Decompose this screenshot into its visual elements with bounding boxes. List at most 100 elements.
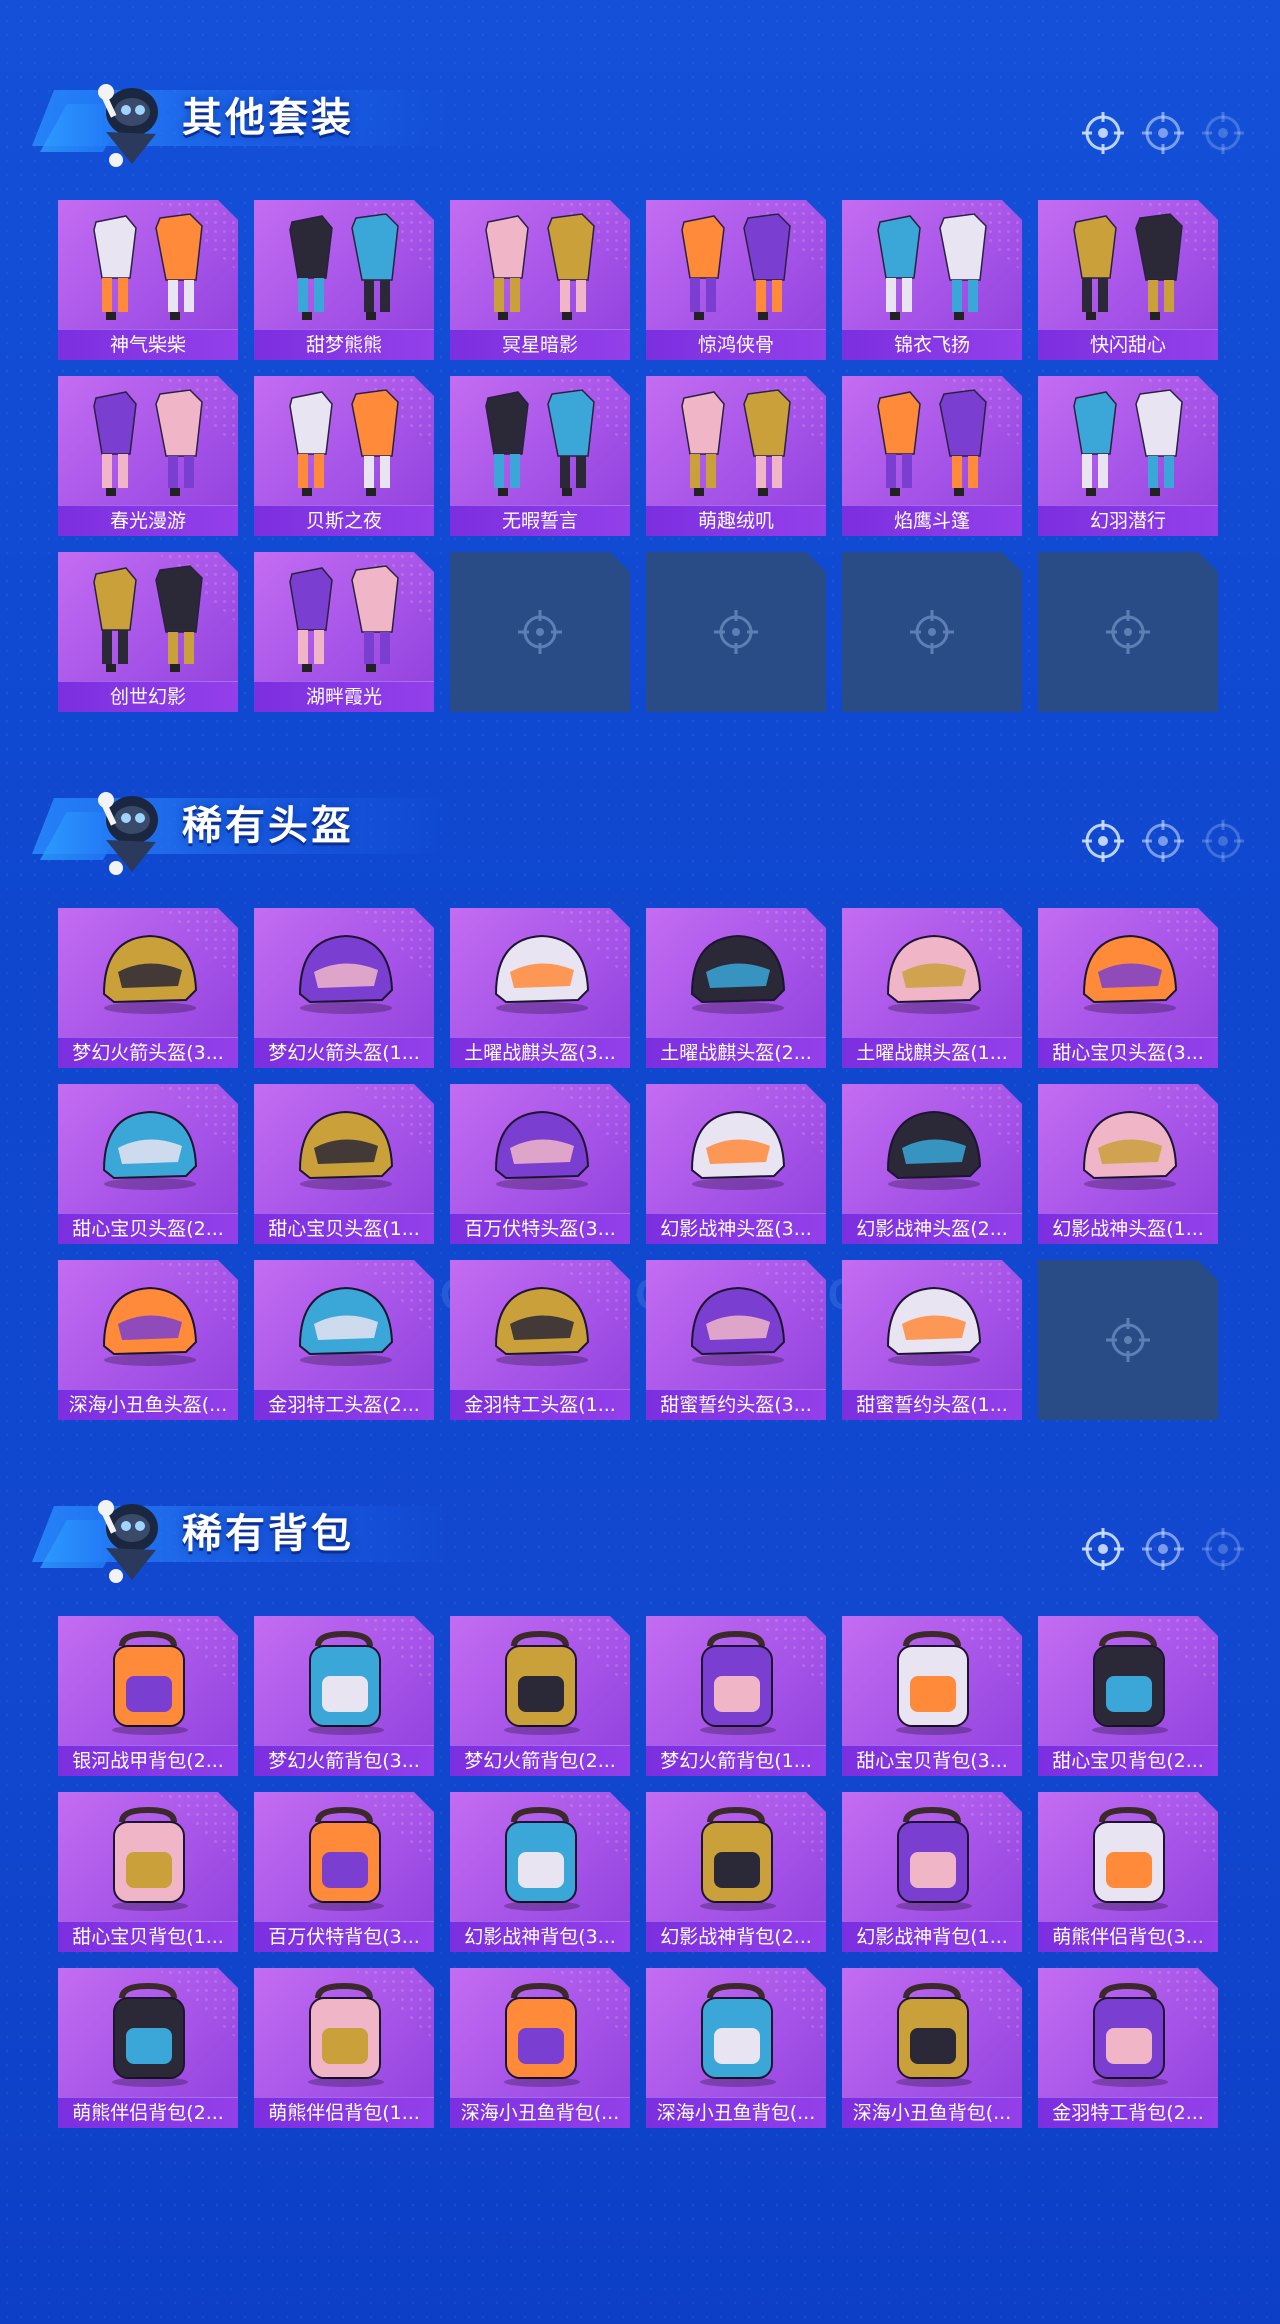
backpack-icon: [274, 1976, 414, 2094]
backpack-icon: [274, 1624, 414, 1742]
outfit-icon: [666, 384, 806, 502]
item-tile[interactable]: 百万伏特头盔(3...: [450, 1084, 630, 1244]
section-other-outfits: 其他套装 神气柴柴 甜梦熊熊 冥星暗影 惊鸿侠骨 锦衣飞扬 快闪甜心春光漫游 贝斯之夜 无暇誓…: [0, 60, 1280, 712]
item-tile[interactable]: 甜蜜誓约头盔(3...: [646, 1260, 826, 1420]
item-tile[interactable]: 萌熊伴侣背包(2...: [58, 1968, 238, 2128]
item-label: 萌趣绒叽: [646, 505, 826, 536]
item-tile[interactable]: 无暇誓言: [450, 376, 630, 536]
item-tile[interactable]: 甜蜜誓约头盔(1...: [842, 1260, 1022, 1420]
backpack-icon: [862, 1624, 1002, 1742]
item-tile[interactable]: 幻影战神头盔(1...: [1038, 1084, 1218, 1244]
item-tile[interactable]: 焰鹰斗篷: [842, 376, 1022, 536]
item-tile[interactable]: 土曜战麒头盔(1...: [842, 908, 1022, 1068]
item-tile[interactable]: 快闪甜心: [1038, 200, 1218, 360]
item-tile[interactable]: 幻羽潜行: [1038, 376, 1218, 536]
item-label: 土曜战麒头盔(3...: [450, 1037, 630, 1068]
item-tile[interactable]: 甜心宝贝头盔(2...: [58, 1084, 238, 1244]
item-tile[interactable]: 冥星暗影: [450, 200, 630, 360]
helmet-icon: [862, 916, 1002, 1034]
section-rare-backpacks: 稀有背包 银河战甲背包(2... 梦幻火箭背包(3... 梦幻火箭背包(2... 梦幻…: [0, 1476, 1280, 2128]
backpack-icon: [1058, 1976, 1198, 2094]
item-label: 萌熊伴侣背包(1...: [254, 2097, 434, 2128]
item-label: 快闪甜心: [1038, 329, 1218, 360]
backpack-icon: [274, 1800, 414, 1918]
empty-slot: [646, 552, 826, 712]
empty-slot: [1038, 552, 1218, 712]
outfit-icon: [1058, 208, 1198, 326]
item-tile[interactable]: 甜心宝贝背包(2...: [1038, 1616, 1218, 1776]
outfit-icon: [274, 384, 414, 502]
item-tile[interactable]: 土曜战麒头盔(2...: [646, 908, 826, 1068]
section-header: 其他套装: [0, 60, 1280, 180]
item-tile[interactable]: 金羽特工背包(2...: [1038, 1968, 1218, 2128]
section-header: 稀有头盔: [0, 768, 1280, 888]
helmet-icon: [862, 1268, 1002, 1386]
helmet-icon: [274, 916, 414, 1034]
helmet-icon: [78, 916, 218, 1034]
item-tile[interactable]: 甜梦熊熊: [254, 200, 434, 360]
item-tile[interactable]: 创世幻影: [58, 552, 238, 712]
item-tile[interactable]: 深海小丑鱼头盔(...: [58, 1260, 238, 1420]
item-tile[interactable]: 甜心宝贝头盔(1...: [254, 1084, 434, 1244]
item-tile[interactable]: 深海小丑鱼背包(...: [646, 1968, 826, 2128]
item-tile[interactable]: 湖畔霞光: [254, 552, 434, 712]
item-tile[interactable]: 萌熊伴侣背包(1...: [254, 1968, 434, 2128]
item-tile[interactable]: 深海小丑鱼背包(...: [450, 1968, 630, 2128]
item-label: 甜心宝贝背包(2...: [1038, 1745, 1218, 1776]
item-label: 梦幻火箭头盔(1...: [254, 1037, 434, 1068]
item-label: 创世幻影: [58, 681, 238, 712]
backpack-icon: [78, 1624, 218, 1742]
empty-slot-icon: [1106, 610, 1150, 654]
backpack-icon: [862, 1976, 1002, 2094]
item-tile[interactable]: 春光漫游: [58, 376, 238, 536]
item-label: 贝斯之夜: [254, 505, 434, 536]
item-tile[interactable]: 深海小丑鱼背包(...: [842, 1968, 1022, 2128]
backpack-icon: [666, 1800, 806, 1918]
item-tile[interactable]: 惊鸿侠骨: [646, 200, 826, 360]
empty-slot-icon: [518, 610, 562, 654]
backpack-icon: [470, 1624, 610, 1742]
item-tile[interactable]: 甜心宝贝背包(1...: [58, 1792, 238, 1952]
crosshair-icon: [1082, 820, 1124, 862]
outfit-icon: [470, 384, 610, 502]
item-tile[interactable]: 幻影战神头盔(2...: [842, 1084, 1022, 1244]
backpack-icon: [1058, 1624, 1198, 1742]
item-tile[interactable]: 幻影战神背包(2...: [646, 1792, 826, 1952]
item-label: 深海小丑鱼背包(...: [450, 2097, 630, 2128]
item-label: 幻影战神头盔(2...: [842, 1213, 1022, 1244]
item-tile[interactable]: 梦幻火箭背包(1...: [646, 1616, 826, 1776]
item-tile[interactable]: 神气柴柴: [58, 200, 238, 360]
helmet-icon: [666, 1268, 806, 1386]
item-tile[interactable]: 银河战甲背包(2...: [58, 1616, 238, 1776]
item-tile[interactable]: 幻影战神背包(1...: [842, 1792, 1022, 1952]
helmet-icon: [666, 916, 806, 1034]
item-tile[interactable]: 梦幻火箭头盔(3...: [58, 908, 238, 1068]
item-label: 深海小丑鱼背包(...: [646, 2097, 826, 2128]
helmet-icon: [78, 1268, 218, 1386]
item-tile[interactable]: 贝斯之夜: [254, 376, 434, 536]
item-tile[interactable]: 金羽特工头盔(2...: [254, 1260, 434, 1420]
item-tile[interactable]: 金羽特工头盔(1...: [450, 1260, 630, 1420]
item-label: 梦幻火箭头盔(3...: [58, 1037, 238, 1068]
item-tile[interactable]: 梦幻火箭头盔(1...: [254, 908, 434, 1068]
item-label: 湖畔霞光: [254, 681, 434, 712]
crosshair-icon: [1202, 1528, 1244, 1570]
item-tile[interactable]: 幻影战神背包(3...: [450, 1792, 630, 1952]
item-tile[interactable]: 梦幻火箭背包(2...: [450, 1616, 630, 1776]
item-tile[interactable]: 甜心宝贝头盔(3...: [1038, 908, 1218, 1068]
item-tile[interactable]: 萌熊伴侣背包(3...: [1038, 1792, 1218, 1952]
item-tile[interactable]: 甜心宝贝背包(3...: [842, 1616, 1022, 1776]
item-tile[interactable]: 百万伏特背包(3...: [254, 1792, 434, 1952]
item-tile[interactable]: 萌趣绒叽: [646, 376, 826, 536]
helmet-icon: [470, 916, 610, 1034]
item-label: 甜蜜誓约头盔(3...: [646, 1389, 826, 1420]
item-label: 无暇誓言: [450, 505, 630, 536]
item-tile[interactable]: 土曜战麒头盔(3...: [450, 908, 630, 1068]
item-tile[interactable]: 梦幻火箭背包(3...: [254, 1616, 434, 1776]
item-label: 幻影战神背包(2...: [646, 1921, 826, 1952]
section-decoration: [1080, 110, 1246, 156]
item-tile[interactable]: 幻影战神头盔(3...: [646, 1084, 826, 1244]
item-tile[interactable]: 锦衣飞扬: [842, 200, 1022, 360]
helmet-icon: [78, 1092, 218, 1210]
item-label: 萌熊伴侣背包(3...: [1038, 1921, 1218, 1952]
